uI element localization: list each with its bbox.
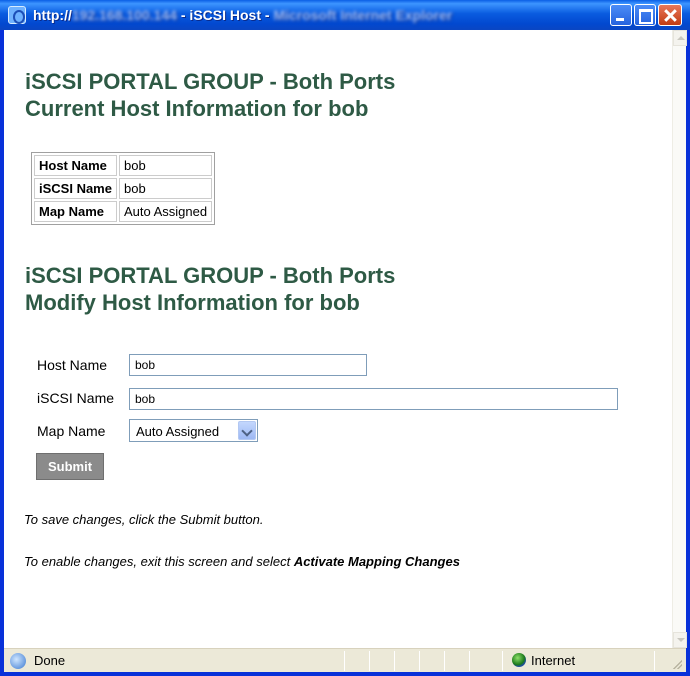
table-row: Host Name bob — [34, 155, 213, 176]
current-host-table: Host Name bob iSCSI Name bob Map Name Au… — [31, 152, 216, 225]
table-row: Map Name Auto Assigned — [34, 201, 213, 222]
zone-text: Internet — [531, 653, 576, 668]
title-prefix: http:// — [33, 7, 72, 23]
activate-mapping-changes-text: Activate Mapping Changes — [293, 554, 460, 569]
map-name-selected: Auto Assigned — [136, 424, 220, 439]
title-page: - iSCSI Host - — [176, 7, 274, 23]
scroll-up-icon[interactable] — [673, 30, 687, 46]
host-name-input[interactable] — [129, 354, 367, 376]
submit-button[interactable]: Submit — [36, 453, 104, 480]
host-name-value: bob — [118, 155, 213, 176]
status-divider — [444, 651, 445, 671]
table-row: iSCSI Name bob — [34, 178, 213, 199]
title-bar[interactable]: http://192.168.100.144 - iSCSI Host - Mi… — [0, 0, 690, 30]
resize-grip-icon[interactable] — [672, 659, 682, 669]
status-divider — [469, 651, 470, 671]
modify-info-heading: iSCSI PORTAL GROUP - Both Ports Modify H… — [25, 262, 395, 316]
map-name-key: Map Name — [34, 201, 117, 222]
browser-window: http://192.168.100.144 - iSCSI Host - Mi… — [0, 0, 690, 676]
host-name-key: Host Name — [34, 155, 117, 176]
map-name-label: Map Name — [37, 423, 106, 439]
status-divider — [369, 651, 370, 671]
map-name-value: Auto Assigned — [118, 201, 213, 222]
iscsi-name-key: iSCSI Name — [34, 178, 117, 199]
modify-heading-line1: iSCSI PORTAL GROUP - Both Ports — [25, 263, 396, 288]
chevron-down-icon[interactable] — [238, 421, 256, 440]
status-text: Done — [34, 653, 66, 668]
internet-zone-icon — [512, 653, 526, 667]
current-heading-line2: Current Host Information for bob — [25, 96, 369, 121]
map-name-select[interactable]: Auto Assigned — [129, 419, 258, 442]
status-bar: Done Internet — [4, 648, 686, 672]
internet-explorer-icon — [8, 6, 26, 24]
status-divider — [394, 651, 395, 671]
iscsi-name-label: iSCSI Name — [37, 390, 115, 406]
current-heading-line1: iSCSI PORTAL GROUP - Both Ports — [25, 69, 396, 94]
minimize-button[interactable] — [610, 4, 632, 26]
maximize-button[interactable] — [634, 4, 656, 26]
title-app-redacted: Microsoft Internet Explorer — [273, 7, 453, 23]
iscsi-name-input[interactable] — [129, 388, 618, 410]
window-title: http://192.168.100.144 - iSCSI Host - Mi… — [33, 7, 452, 23]
status-divider — [344, 651, 345, 671]
enable-note-text: To enable changes, exit this screen and … — [24, 554, 294, 569]
iscsi-name-value: bob — [118, 178, 213, 199]
enable-note: To enable changes, exit this screen and … — [24, 554, 460, 569]
status-divider — [502, 651, 503, 671]
status-divider — [419, 651, 420, 671]
scroll-down-icon[interactable] — [673, 632, 687, 648]
title-host-redacted: 192.168.100.144 — [71, 7, 177, 23]
vertical-scrollbar[interactable] — [672, 30, 687, 648]
page-content: iSCSI PORTAL GROUP - Both Ports Current … — [4, 30, 672, 648]
close-button[interactable] — [658, 4, 682, 26]
save-note: To save changes, click the Submit button… — [24, 512, 264, 527]
status-divider — [654, 651, 655, 671]
modify-heading-line2: Modify Host Information for bob — [25, 290, 360, 315]
page-done-icon — [10, 653, 26, 669]
host-name-label: Host Name — [37, 357, 108, 373]
current-info-heading: iSCSI PORTAL GROUP - Both Ports Current … — [25, 68, 395, 122]
